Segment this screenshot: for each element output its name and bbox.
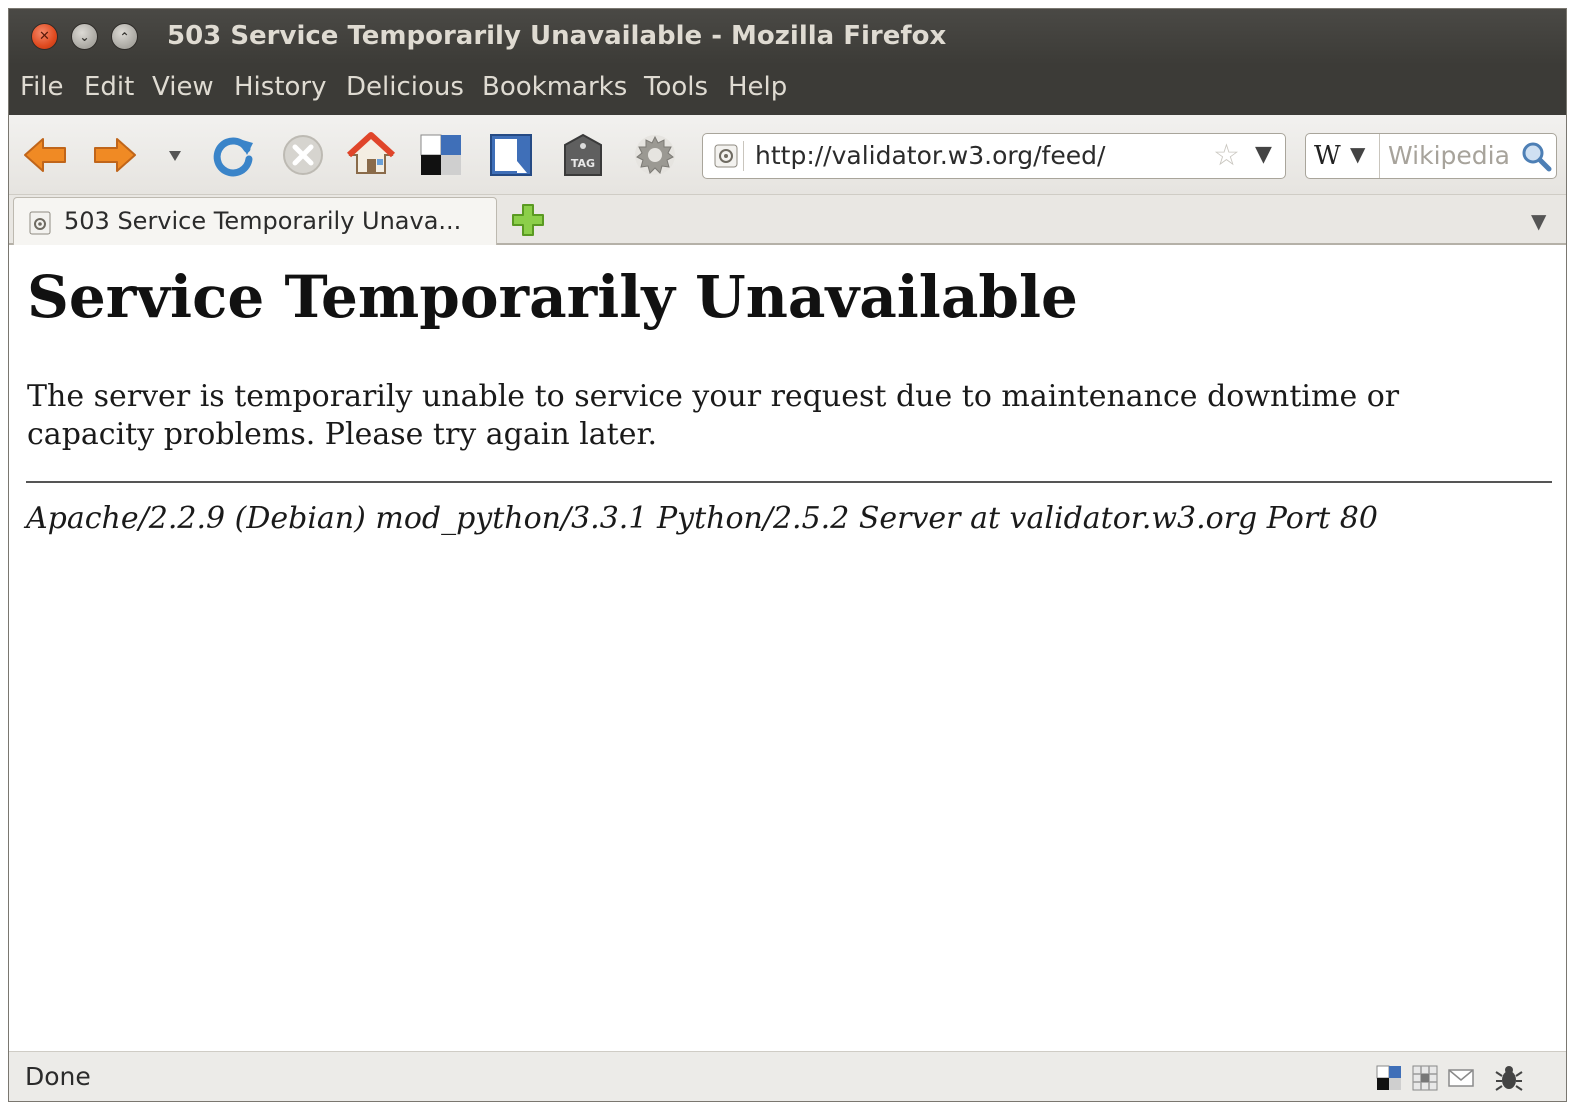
firebug-icon[interactable]	[1495, 1064, 1523, 1092]
forward-icon[interactable]	[91, 131, 139, 179]
url-text[interactable]: http://validator.w3.org/feed/	[755, 141, 1105, 170]
extension-status-icon[interactable]	[1411, 1064, 1439, 1092]
gear-icon[interactable]	[631, 131, 679, 179]
site-identity-button[interactable]	[711, 141, 744, 171]
mail-icon[interactable]	[1447, 1064, 1475, 1092]
search-icon[interactable]	[1520, 140, 1552, 172]
tab-503-service[interactable]: 503 Service Temporarily Unava...	[13, 197, 497, 245]
chevron-down-icon: ▼	[1350, 142, 1366, 166]
menu-view[interactable]: View	[152, 72, 214, 102]
search-bar[interactable]: W ▼ Wikipedia	[1305, 133, 1557, 179]
menu-delicious[interactable]: Delicious	[346, 72, 464, 102]
page-content: Service Temporarily Unavailable The serv…	[9, 245, 1566, 1051]
title-bar: ✕ ⌄ ⌃ 503 Service Temporarily Unavailabl…	[9, 9, 1566, 65]
back-icon[interactable]	[21, 131, 69, 179]
tab-list-dropdown-icon[interactable]: ▼	[1531, 209, 1546, 233]
new-tab-plus-icon[interactable]	[509, 201, 547, 239]
wikipedia-icon: W	[1314, 141, 1341, 171]
close-icon: ✕	[39, 29, 50, 44]
tab-bar: 503 Service Temporarily Unava... ▼	[9, 195, 1566, 245]
maximize-window-button[interactable]: ⌃	[111, 23, 138, 50]
url-history-dropdown-icon[interactable]: ▼	[1255, 142, 1272, 167]
delicious-status-icon[interactable]	[1375, 1064, 1403, 1092]
page-heading: Service Temporarily Unavailable	[27, 263, 1078, 331]
minimize-window-button[interactable]: ⌄	[71, 23, 98, 50]
home-icon[interactable]	[347, 131, 395, 179]
reload-icon[interactable]	[209, 131, 257, 179]
menu-help[interactable]: Help	[728, 72, 787, 102]
maximize-icon: ⌃	[119, 29, 130, 44]
navigation-toolbar: TAG http://validator.w3.org/feed/ ☆ ▼ W …	[9, 115, 1566, 195]
url-bar[interactable]: http://validator.w3.org/feed/ ☆ ▼	[702, 133, 1286, 179]
search-engine-selector[interactable]: W ▼	[1306, 134, 1380, 178]
search-placeholder[interactable]: Wikipedia	[1388, 141, 1510, 170]
bookmark-star-icon[interactable]: ☆	[1213, 138, 1240, 173]
server-signature: Apache/2.2.9 (Debian) mod_python/3.3.1 P…	[26, 501, 1378, 536]
stop-icon[interactable]	[279, 131, 327, 179]
horizontal-rule	[26, 481, 1552, 483]
status-bar: Done	[9, 1051, 1566, 1101]
minimize-icon: ⌄	[79, 29, 90, 44]
menu-history[interactable]: History	[234, 72, 327, 102]
browser-window: ✕ ⌄ ⌃ 503 Service Temporarily Unavailabl…	[8, 8, 1567, 1102]
menu-tools[interactable]: Tools	[644, 72, 708, 102]
window-title: 503 Service Temporarily Unavailable - Mo…	[167, 21, 947, 51]
status-text: Done	[25, 1062, 91, 1091]
menu-edit[interactable]: Edit	[84, 72, 134, 102]
page-icon	[29, 211, 51, 235]
tag-icon[interactable]: TAG	[559, 131, 607, 179]
menu-bar: File Edit View History Delicious Bookmar…	[9, 65, 1566, 115]
page-icon	[714, 144, 738, 168]
error-message: The server is temporarily unable to serv…	[27, 379, 1400, 452]
bookmark-icon[interactable]	[487, 131, 535, 179]
menu-file[interactable]: File	[20, 72, 64, 102]
tab-label: 503 Service Temporarily Unava...	[64, 207, 462, 235]
svg-text:TAG: TAG	[571, 157, 595, 170]
history-dropdown-icon[interactable]	[163, 131, 187, 179]
menu-bookmarks[interactable]: Bookmarks	[482, 72, 627, 102]
close-window-button[interactable]: ✕	[31, 23, 58, 50]
delicious-icon[interactable]	[417, 131, 465, 179]
